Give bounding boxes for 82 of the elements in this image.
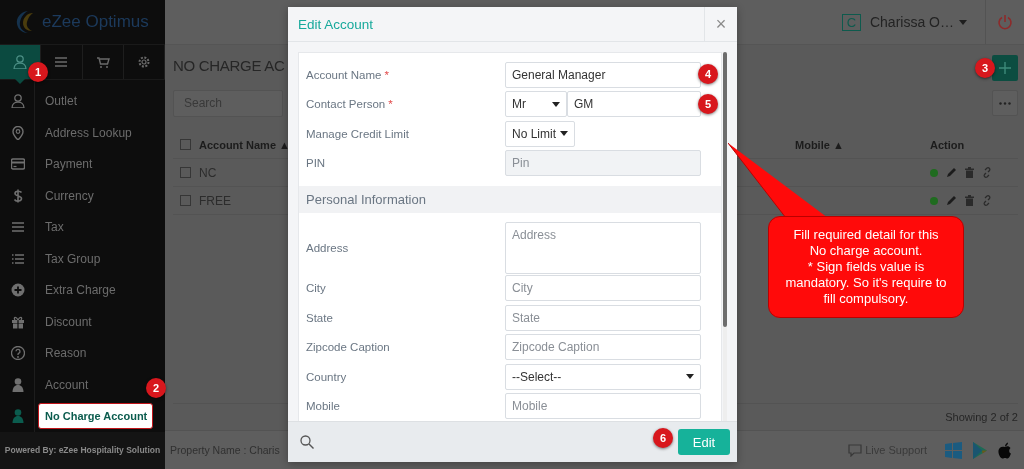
add-button[interactable] [992,55,1018,81]
powered-by-text: Powered By: eZee Hospitality Solution [4,445,161,456]
help-icon [10,346,25,361]
sidebar-item[interactable]: Payment [45,151,93,178]
field-label: Zipcode Caption [306,341,391,354]
field-label: Account Name * [306,68,390,81]
sidebar-item[interactable]: Currency [45,182,94,209]
dropdown[interactable]: Mr [505,91,567,118]
input-field[interactable]: Pin [505,150,701,177]
field-label: PIN [306,157,327,170]
checkbox[interactable] [180,139,191,150]
input-field[interactable]: Mobile [505,393,701,420]
field-label: Mobile [306,400,341,413]
user-menu[interactable]: Charissa O… [869,14,967,30]
text-area[interactable]: Address [505,221,701,274]
field-label: State [306,311,334,324]
cart-icon [95,55,110,70]
card-icon [10,157,25,172]
apple-icon[interactable] [998,441,1012,459]
input-field[interactable]: State [505,304,701,331]
trash-icon[interactable] [965,167,974,178]
list-icon [10,251,25,266]
column-header[interactable]: Mobile ▲ [795,138,844,151]
windows-icon[interactable] [945,441,962,459]
search-icon[interactable] [300,435,314,449]
field-label: Address [306,241,350,254]
input-field[interactable]: City [505,275,701,302]
sidebar-item[interactable]: Tax [45,214,64,241]
sidebar-item[interactable]: Account [45,371,89,398]
column-header[interactable]: Account Name ▲ [199,138,290,151]
menu-icon [54,55,69,70]
pencil-icon[interactable] [946,167,957,178]
sidebar-item[interactable]: Tax Group [45,245,101,272]
person-solid-icon [10,377,25,392]
field-label: Manage Credit Limit [306,127,410,140]
trash-icon[interactable] [965,195,974,206]
sidebar-item[interactable]: Outlet [45,88,77,115]
input-field[interactable]: Zipcode Caption [505,334,701,361]
person-icon [10,94,25,109]
caret-icon [686,374,694,380]
person-icon [13,55,28,70]
caret-icon [560,131,568,137]
settings-icon [136,55,151,70]
user-avatar: C [841,13,861,31]
more-button[interactable] [992,90,1018,116]
caret-icon [552,101,560,107]
close-button[interactable]: × [704,7,737,41]
app-logo: eZee Optimus [42,12,149,32]
play-icon[interactable] [972,441,988,459]
scrollbar-thumb[interactable] [723,52,727,327]
sidebar-item[interactable]: No Charge Account [38,403,154,430]
sidebar-item[interactable]: Extra Charge [45,277,116,304]
sidebar-item[interactable]: Discount [45,308,92,335]
pencil-icon[interactable] [946,195,957,206]
link-icon[interactable] [982,167,992,178]
sidebar-item[interactable]: Reason [45,340,87,367]
caret-icon [959,19,967,25]
checkbox[interactable] [180,195,191,206]
chat-icon [848,443,863,457]
link-icon[interactable] [982,195,992,206]
field-label: City [306,282,327,295]
field-label: Contact Person * [306,98,394,111]
input-field[interactable]: General Manager [505,61,701,88]
person-solid-icon [10,409,25,424]
menu-icon [10,220,25,235]
edit-button[interactable]: Edit [678,429,730,455]
field-label: Country [306,370,348,383]
dropdown[interactable]: --Select-- [505,363,701,390]
sidebar-item[interactable]: Address Lookup [45,119,132,146]
pin-icon [10,125,25,140]
logo-icon [14,9,36,35]
dropdown[interactable]: No Limit [505,120,575,147]
power-icon[interactable] [997,14,1013,30]
column-header: Action [930,138,965,151]
plus-circle-icon [10,283,25,298]
gift-icon [10,314,25,329]
section-title: Personal Information [306,191,426,207]
checkbox[interactable] [180,167,191,178]
more-icon [999,101,1011,105]
dialog-title: Edit Account [298,16,374,32]
plus-icon [999,62,1011,74]
input-field[interactable]: GM [567,91,701,118]
